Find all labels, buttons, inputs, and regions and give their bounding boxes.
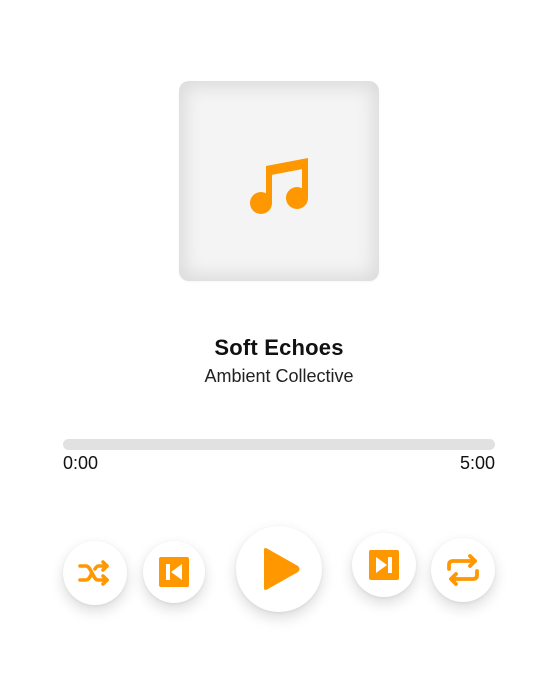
music-note-icon [250,158,308,214]
skip-previous-icon [159,557,189,587]
play-button[interactable] [236,526,322,612]
track-artist: Ambient Collective [204,366,354,386]
progress-bar[interactable] [63,439,495,450]
shuffle-button[interactable] [63,541,127,605]
music-player: Soft Echoes Ambient Collective 0:00 5:00 [0,0,558,675]
total-time: 5:00 [459,453,495,473]
next-button[interactable] [352,533,416,597]
current-time: 0:00 [63,453,99,473]
repeat-button[interactable] [431,538,495,602]
track-title: Soft Echoes [214,335,344,360]
play-icon [264,548,300,590]
shuffle-icon [78,560,109,586]
album-art [179,81,379,281]
previous-button[interactable] [143,541,205,603]
skip-next-icon [369,550,399,580]
repeat-icon [447,554,479,586]
